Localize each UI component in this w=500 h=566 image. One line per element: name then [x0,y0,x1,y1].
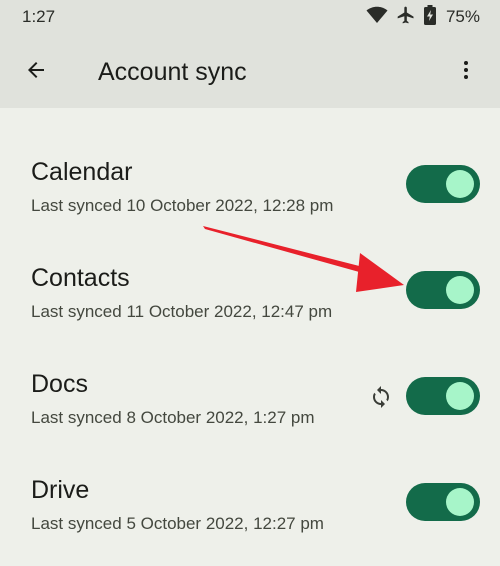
app-bar: Account sync [0,36,500,108]
sync-item-subtitle: Last synced 10 October 2022, 12:28 pm [31,196,334,215]
sync-item-calendar[interactable]: Calendar Last synced 10 October 2022, 12… [0,108,500,215]
drive-sync-toggle[interactable] [406,483,480,521]
toggle-thumb [446,276,474,304]
status-bar: 1:27 75% [0,0,500,36]
toggle-thumb [446,170,474,198]
sync-in-progress-icon [367,383,395,411]
sync-item-subtitle: Last synced 11 October 2022, 12:47 pm [31,302,333,321]
battery-percent: 75% [445,7,480,26]
toggle-thumb [446,488,474,516]
back-button[interactable] [16,52,56,92]
sync-item-title: Calendar [31,158,133,186]
sync-item-drive[interactable]: Drive Last synced 5 October 2022, 12:27 … [0,426,500,533]
sync-item-title: Contacts [31,264,130,292]
battery-charging-icon [423,4,436,30]
sync-item-subtitle: Last synced 5 October 2022, 12:27 pm [31,514,324,533]
contacts-sync-toggle[interactable] [406,271,480,309]
toggle-thumb [446,382,474,410]
more-vert-icon [454,58,478,87]
page-title: Account sync [98,58,247,86]
sync-item-title: Drive [31,476,90,504]
more-options-button[interactable] [446,52,486,92]
calendar-sync-toggle[interactable] [406,165,480,203]
sync-item-contacts[interactable]: Contacts Last synced 11 October 2022, 12… [0,214,500,321]
sync-item-subtitle: Last synced 8 October 2022, 1:27 pm [31,408,315,427]
status-time: 1:27 [22,7,56,26]
sync-item-title: Docs [31,370,88,398]
wifi-icon [366,6,388,29]
arrow-back-icon [24,58,48,87]
docs-sync-toggle[interactable] [406,377,480,415]
airplane-icon [396,5,416,30]
status-icons: 75% [366,4,480,30]
sync-item-docs[interactable]: Docs Last synced 8 October 2022, 1:27 pm [0,320,500,427]
